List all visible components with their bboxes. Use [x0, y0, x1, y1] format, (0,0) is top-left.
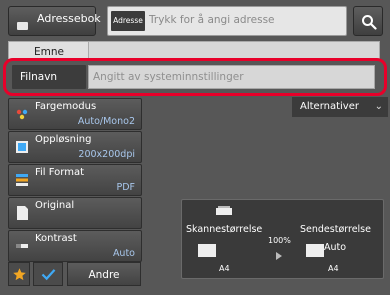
setting-original[interactable]: Original	[8, 197, 142, 229]
options-dropdown[interactable]: Alternativer ⌄	[292, 97, 388, 117]
subject-field[interactable]	[88, 41, 380, 59]
addressbook-button[interactable]: Adressebok	[8, 6, 101, 36]
other-button[interactable]: Andre	[67, 262, 141, 286]
send-paper-icon	[306, 244, 324, 257]
setting-title: Kontrast	[35, 233, 77, 244]
star-icon	[13, 268, 26, 281]
setting-color-mode[interactable]: Fargemodus Auto/Mono2	[8, 98, 142, 130]
scan-paper-size: A4	[219, 264, 230, 273]
chevron-down-icon: ⌄	[374, 101, 383, 112]
ratio-label: 100%	[268, 236, 291, 245]
address-placeholder: Trykk for å angi adresse	[149, 14, 275, 26]
setting-title: Oppløsning	[35, 134, 92, 145]
send-paper-size: A4	[328, 264, 339, 273]
scan-paper-icon	[198, 244, 216, 257]
file-format-icon	[16, 174, 28, 186]
send-size-label: Sendestørrelse	[300, 224, 371, 235]
contrast-icon	[16, 244, 28, 248]
addressbook-label: Adressebok	[37, 12, 101, 25]
favorite-button[interactable]	[8, 262, 30, 286]
confirm-button[interactable]	[33, 262, 63, 286]
setting-title: Original	[35, 200, 75, 211]
check-icon	[41, 269, 56, 281]
original-icon	[17, 206, 28, 220]
filename-placeholder: Angitt av systeminnstillinger	[93, 71, 244, 83]
setting-resolution[interactable]: Oppløsning 200x200dpi	[8, 131, 142, 163]
subject-label: Emne	[8, 41, 90, 59]
setting-contrast[interactable]: Kontrast Auto	[8, 230, 142, 262]
size-preview-panel: Skannestørrelse Sendestørrelse 100% Auto…	[181, 199, 384, 279]
filename-label: Filnavn	[12, 65, 86, 89]
scanner-icon	[216, 206, 232, 215]
search-icon	[362, 15, 377, 30]
scan-size-label: Skannestørrelse	[186, 224, 263, 235]
setting-value: PDF	[116, 182, 135, 193]
options-label: Alternativer	[300, 101, 359, 112]
color-mode-icon	[16, 109, 28, 120]
arrow-right-icon	[276, 252, 282, 260]
setting-title: Fil Format	[35, 167, 84, 178]
setting-value: Auto/Mono2	[77, 116, 135, 127]
filename-field[interactable]: Angitt av systeminnstillinger	[88, 65, 375, 89]
resolution-icon	[16, 141, 28, 153]
setting-title: Fargemodus	[35, 101, 97, 112]
addressbook-icon	[17, 22, 28, 30]
send-size-value: Auto	[324, 242, 347, 253]
setting-value: Auto	[112, 248, 135, 259]
scan-to-email-screen: Adressebok Adresse Trykk for å angi adre…	[0, 0, 390, 295]
search-button[interactable]	[353, 6, 383, 36]
setting-file-format[interactable]: Fil Format PDF	[8, 164, 142, 196]
address-tag: Adresse	[111, 11, 145, 31]
address-input[interactable]: Adresse Trykk for å angi adresse	[107, 6, 347, 36]
setting-value: 200x200dpi	[78, 149, 135, 160]
